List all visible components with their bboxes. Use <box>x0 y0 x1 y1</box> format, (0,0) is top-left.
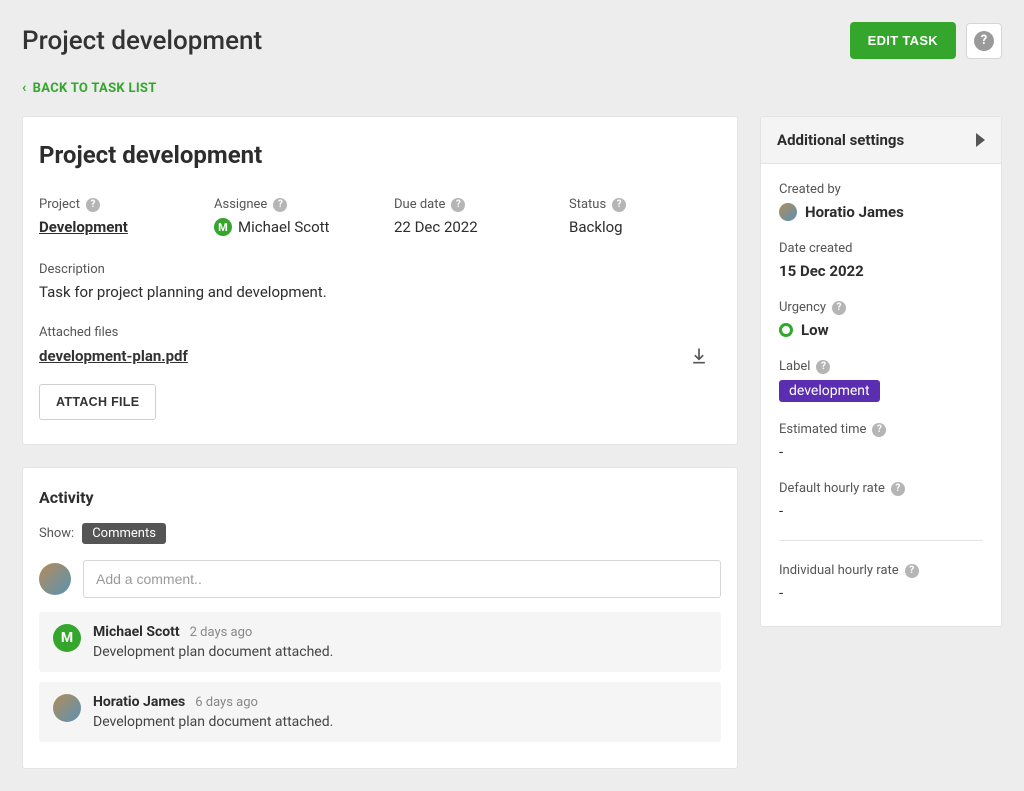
description-label: Description <box>39 262 709 277</box>
field-due-date: Due date ? 22 Dec 2022 <box>394 197 559 236</box>
project-link[interactable]: Development <box>39 218 128 236</box>
default-rate-label: Default hourly rate <box>779 481 885 496</box>
comment-time: 6 days ago <box>195 695 258 710</box>
due-date-value: 22 Dec 2022 <box>394 218 559 236</box>
comment-input[interactable] <box>83 560 721 598</box>
edit-task-button[interactable]: EDIT TASK <box>850 22 956 59</box>
comment-text: Development plan document attached. <box>93 714 707 730</box>
assignee-label: Assignee <box>214 197 267 212</box>
created-by-name: Horatio James <box>805 203 904 221</box>
field-estimated-time: Estimated time ? - <box>779 422 983 461</box>
chevron-left-icon: ‹ <box>22 80 27 96</box>
comment-text: Development plan document attached. <box>93 644 707 660</box>
creator-avatar <box>779 203 797 221</box>
chevron-right-icon <box>976 133 985 147</box>
additional-settings-title: Additional settings <box>777 131 904 149</box>
field-urgency: Urgency ? Low <box>779 300 983 339</box>
comment-item: Horatio James 6 days ago Development pla… <box>39 682 721 742</box>
download-icon[interactable] <box>689 346 709 366</box>
attachments-label: Attached files <box>39 325 709 340</box>
help-icon[interactable]: ? <box>832 301 846 315</box>
back-link-label: BACK TO TASK LIST <box>33 81 157 96</box>
due-date-label: Due date <box>394 197 445 212</box>
field-status: Status ? Backlog <box>569 197 709 236</box>
default-rate-value: - <box>779 502 983 520</box>
comment-avatar: M <box>53 624 81 652</box>
task-title: Project development <box>39 141 709 169</box>
task-card: Project development Project ? Developmen… <box>22 116 738 445</box>
help-icon[interactable]: ? <box>872 423 886 437</box>
field-project: Project ? Development <box>39 197 204 236</box>
help-icon[interactable]: ? <box>891 482 905 496</box>
field-created-by: Created by Horatio James <box>779 182 983 221</box>
comment-author: Horatio James <box>93 694 185 710</box>
additional-settings-header[interactable]: Additional settings <box>761 117 1001 164</box>
help-icon[interactable]: ? <box>451 198 465 212</box>
help-icon[interactable]: ? <box>86 198 100 212</box>
page-title: Project development <box>22 26 262 56</box>
comment-time: 2 days ago <box>190 625 253 640</box>
field-date-created: Date created 15 Dec 2022 <box>779 241 983 280</box>
comment-item: M Michael Scott 2 days ago Development p… <box>39 612 721 672</box>
project-label: Project <box>39 197 80 212</box>
label-chip[interactable]: development <box>779 380 880 402</box>
activity-filter-comments[interactable]: Comments <box>82 523 166 544</box>
urgency-low-icon <box>779 323 793 337</box>
comment-avatar <box>53 694 81 722</box>
assignee-avatar: M <box>214 218 232 236</box>
back-to-task-list-link[interactable]: ‹ BACK TO TASK LIST <box>22 80 157 96</box>
label-label: Label <box>779 359 810 374</box>
date-created-label: Date created <box>779 241 983 256</box>
date-created-value: 15 Dec 2022 <box>779 262 983 280</box>
attachment-file-link[interactable]: development-plan.pdf <box>39 347 188 365</box>
estimated-time-value: - <box>779 443 983 461</box>
individual-rate-value: - <box>779 584 983 602</box>
field-assignee: Assignee ? M Michael Scott <box>214 197 384 236</box>
status-label: Status <box>569 197 606 212</box>
help-icon: ? <box>974 31 994 51</box>
field-default-hourly-rate: Default hourly rate ? - <box>779 481 983 520</box>
attach-file-button[interactable]: ATTACH FILE <box>39 384 156 420</box>
assignee-name: Michael Scott <box>238 218 329 236</box>
urgency-value: Low <box>801 321 829 339</box>
activity-title: Activity <box>39 488 721 507</box>
field-individual-hourly-rate: Individual hourly rate ? - <box>779 563 983 602</box>
help-icon[interactable]: ? <box>816 360 830 374</box>
field-label: Label ? development <box>779 359 983 402</box>
help-icon[interactable]: ? <box>905 564 919 578</box>
show-label: Show: <box>39 526 74 541</box>
urgency-label: Urgency <box>779 300 826 315</box>
header-help-button[interactable]: ? <box>966 23 1002 59</box>
current-user-avatar <box>39 563 71 595</box>
comment-author: Michael Scott <box>93 624 180 640</box>
help-icon[interactable]: ? <box>273 198 287 212</box>
activity-card: Activity Show: Comments M Michael Scott … <box>22 467 738 769</box>
description-text: Task for project planning and developmen… <box>39 283 709 301</box>
additional-settings-card: Additional settings Created by Horatio J… <box>760 116 1002 627</box>
help-icon[interactable]: ? <box>612 198 626 212</box>
status-value: Backlog <box>569 218 709 236</box>
divider <box>779 540 983 541</box>
created-by-label: Created by <box>779 182 983 197</box>
individual-rate-label: Individual hourly rate <box>779 563 899 578</box>
estimated-time-label: Estimated time <box>779 422 866 437</box>
